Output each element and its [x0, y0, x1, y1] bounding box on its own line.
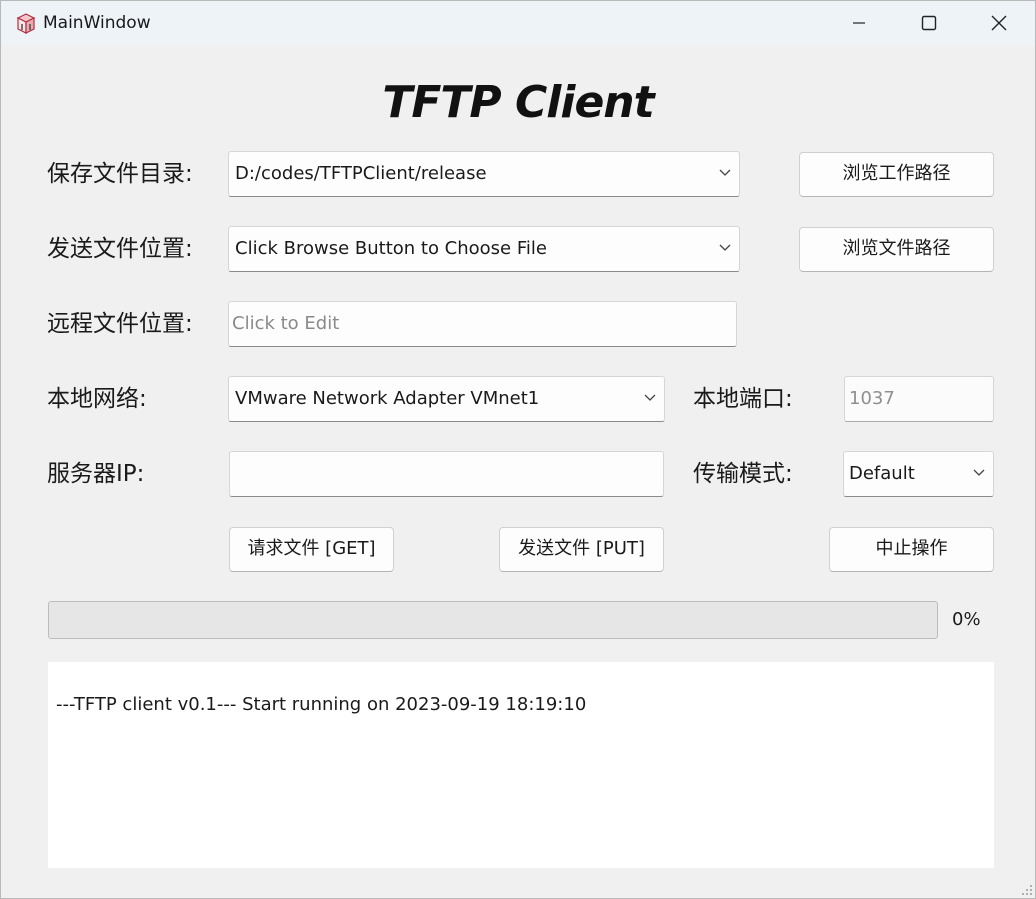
abort-button[interactable]: 中止操作: [829, 527, 994, 572]
server-ip-input[interactable]: [229, 451, 664, 497]
app-heading: TFTP Client: [382, 77, 654, 128]
window-title: MainWindow: [43, 13, 151, 33]
chevron-down-icon: [644, 394, 656, 401]
minimize-button[interactable]: [824, 1, 894, 45]
save-dir-label: 保存文件目录:: [47, 161, 193, 187]
browse-work-path-button[interactable]: 浏览工作路径: [799, 152, 994, 197]
chevron-down-icon: [719, 169, 731, 176]
local-network-combobox[interactable]: VMware Network Adapter VMnet1: [228, 376, 665, 422]
local-network-label: 本地网络:: [47, 386, 147, 412]
transfer-mode-combobox[interactable]: Default: [843, 451, 994, 497]
local-network-value: VMware Network Adapter VMnet1: [235, 388, 540, 409]
minimize-icon: [853, 22, 865, 24]
main-window: MainWindow TFTP Client 保存文件目录: D:/codes/…: [0, 0, 1036, 899]
local-port-label: 本地端口:: [693, 386, 793, 412]
remote-file-input[interactable]: Click to Edit: [228, 301, 737, 347]
close-icon: [991, 15, 1007, 31]
progress-bar: [48, 601, 938, 639]
send-file-value: Click Browse Button to Choose File: [235, 238, 547, 259]
progress-percent: 0%: [952, 609, 981, 630]
send-file-label: 发送文件位置:: [47, 236, 193, 262]
app-logo-icon: [15, 12, 37, 34]
transfer-mode-label: 传输模式:: [693, 461, 793, 487]
save-dir-value: D:/codes/TFTPClient/release: [235, 163, 487, 184]
chevron-down-icon: [973, 469, 985, 476]
resize-grip-icon[interactable]: [1021, 884, 1033, 896]
browse-file-path-button[interactable]: 浏览文件路径: [799, 227, 994, 272]
transfer-mode-value: Default: [849, 463, 915, 484]
save-dir-combobox[interactable]: D:/codes/TFTPClient/release: [228, 151, 740, 197]
maximize-button[interactable]: [894, 1, 964, 45]
maximize-icon: [921, 15, 937, 31]
get-file-button[interactable]: 请求文件 [GET]: [229, 527, 394, 572]
chevron-down-icon: [719, 244, 731, 251]
close-button[interactable]: [964, 1, 1034, 45]
log-output[interactable]: ---TFTP client v0.1--- Start running on …: [48, 662, 994, 868]
server-ip-label: 服务器IP:: [47, 461, 145, 487]
title-bar[interactable]: MainWindow: [1, 1, 1035, 45]
send-file-combobox[interactable]: Click Browse Button to Choose File: [228, 226, 740, 272]
remote-file-label: 远程文件位置:: [47, 311, 193, 337]
put-file-button[interactable]: 发送文件 [PUT]: [499, 527, 664, 572]
local-port-field: 1037: [844, 376, 994, 422]
